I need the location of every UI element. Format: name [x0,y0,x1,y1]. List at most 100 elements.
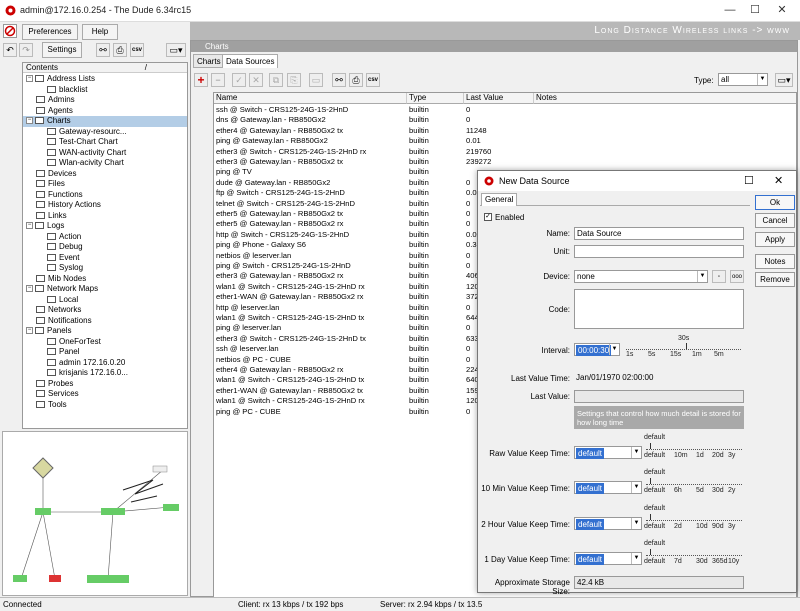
disable-icon[interactable]: ✕ [249,73,263,87]
interval-slider[interactable]: 30s 1s 5s 15s 1m 5m [624,331,744,359]
tree-item[interactable]: Services [23,389,187,400]
dialog-maximize-button[interactable]: ☐ [744,171,754,191]
paste-icon[interactable]: ⎘ [287,73,301,87]
remove-icon[interactable]: − [211,73,225,87]
cancel-button[interactable]: Cancel [755,213,795,228]
column-header-last-value[interactable]: Last Value [464,93,534,104]
tree-item[interactable]: Gateway-resourc... [23,127,187,138]
tree-item[interactable]: blacklist [23,85,187,96]
add-icon[interactable]: + [194,73,208,87]
column-header-name[interactable]: Name [214,93,407,104]
keep-time-slider[interactable]: default default 7d 30d 365d 10y [644,540,744,570]
tree-item[interactable]: Notifications [23,316,187,327]
tab-data-sources[interactable]: Data Sources [222,54,279,68]
tree-item[interactable]: Tools [23,400,187,411]
tree-item[interactable]: Syslog [23,263,187,274]
tree-item[interactable]: Local [23,295,187,306]
tree-item[interactable]: Mib Nodes [23,274,187,285]
column-header-notes[interactable]: Notes [534,93,796,104]
expand-toggle-icon[interactable]: − [26,75,33,83]
remove-button[interactable]: Remove [755,272,795,287]
binoculars-icon[interactable]: ⚯ [96,43,110,57]
close-button[interactable]: ✕ [775,3,789,17]
keep-time-select[interactable]: default ▼ [574,481,642,494]
unit-field[interactable] [574,245,744,258]
csv-export-icon[interactable]: csv [366,73,380,87]
table-row[interactable]: ping @ Gateway.lan - RB850Gx2 builtin 0.01 [214,136,796,146]
help-button[interactable]: Help [82,24,118,40]
tree-item[interactable]: krisjanis 172.16.0... [23,368,187,379]
copy-icon[interactable]: ⧉ [269,73,283,87]
device-select[interactable]: none ▼ [574,270,708,283]
table-row[interactable]: ether4 @ Gateway.lan - RB850Gx2 tx builti… [214,126,796,136]
keep-time-select[interactable]: default ▼ [574,552,642,565]
ok-button[interactable]: Ok [755,195,795,210]
keep-time-select[interactable]: default ▼ [574,446,642,459]
tab-charts[interactable]: Charts [193,54,225,68]
settings-button[interactable]: Settings [42,42,82,58]
preferences-button[interactable]: Preferences [22,24,78,40]
expand-toggle-icon[interactable]: − [26,327,33,335]
tree-item[interactable]: − Logs [23,221,187,232]
keep-time-select[interactable]: default ▼ [574,517,642,530]
expand-toggle-icon[interactable]: − [26,285,33,293]
print-icon[interactable]: ⎙ [113,43,127,57]
enabled-checkbox[interactable]: ✓ [484,213,492,221]
tree-item[interactable]: Probes [23,379,187,390]
layout-dropdown-icon[interactable]: ▭▾ [166,43,186,57]
tree-item[interactable]: History Actions [23,200,187,211]
tree-item[interactable]: − Panels [23,326,187,337]
table-row[interactable]: ether3 @ Gateway.lan - RB850Gx2 tx builti… [214,157,796,167]
tree-item[interactable]: Functions [23,190,187,201]
tree-item[interactable]: WAN-activity Chart [23,148,187,159]
maximize-button[interactable]: ☐ [748,3,762,17]
disconnect-icon[interactable] [3,24,17,38]
dialog-close-button[interactable]: ✕ [774,171,783,191]
enable-icon[interactable]: ✓ [232,73,246,87]
columns-dropdown-icon[interactable]: ▭▾ [775,73,793,87]
code-field[interactable] [574,289,744,329]
type-filter-select[interactable]: all ▼ [718,73,768,86]
tree-item[interactable]: Devices [23,169,187,180]
interval-select[interactable]: 00:00:30 ▼ [574,343,620,356]
name-field[interactable]: Data Source [574,227,744,240]
tree-item[interactable]: Agents [23,106,187,117]
undo-icon[interactable]: ↶ [3,43,17,57]
tab-general[interactable]: General [481,193,518,206]
network-map[interactable] [2,431,188,596]
expand-toggle-icon[interactable]: − [26,222,33,230]
expand-toggle-icon[interactable]: − [26,117,33,125]
keep-time-slider[interactable]: default default 2d 10d 90d 3y [644,505,744,535]
tree-item[interactable]: Debug [23,242,187,253]
print-icon[interactable]: ⎙ [349,73,363,87]
tree-item[interactable]: Files [23,179,187,190]
table-row[interactable]: ssh @ Switch - CRS125-24G-1S-2HnD builtin… [214,105,796,115]
apply-button[interactable]: Apply [755,232,795,247]
table-row[interactable]: ether3 @ Switch - CRS125-24G-1S-2HnD rx b… [214,147,796,157]
column-header-type[interactable]: Type [407,93,464,104]
tree-item[interactable]: admin 172.16.0.20 [23,358,187,369]
tree-sort-icon[interactable]: / [145,63,147,72]
tree-item[interactable]: Admins [23,95,187,106]
tree-item[interactable]: − Network Maps [23,284,187,295]
minimize-button[interactable]: — [723,3,737,17]
csv-icon[interactable]: csv [130,43,144,57]
tree-item[interactable]: Event [23,253,187,264]
tree-item[interactable]: Links [23,211,187,222]
redo-icon[interactable]: ↷ [19,43,33,57]
tree-item[interactable]: − Address Lists [23,74,187,85]
tree-item[interactable]: Networks [23,305,187,316]
tree-item[interactable]: − Charts [23,116,187,127]
device-more-icon[interactable]: ooo [730,270,744,283]
table-row[interactable]: dns @ Gateway.lan - RB850Gx2 builtin 0 [214,115,796,125]
tree-item[interactable]: Action [23,232,187,243]
keep-time-slider[interactable]: default default 6h 5d 30d 2y [644,469,744,499]
keep-time-slider[interactable]: default default 10m 1d 20d 3y [644,434,744,464]
tree-item[interactable]: Panel [23,347,187,358]
notes-button[interactable]: Notes [755,254,795,269]
tree-item[interactable]: Test-Chart Chart [23,137,187,148]
comment-icon[interactable]: ▭ [309,73,323,87]
device-browse-icon[interactable]: ▫ [712,270,726,283]
tree-item[interactable]: Wlan-acivity Chart [23,158,187,169]
find-icon[interactable]: ⚯ [332,73,346,87]
